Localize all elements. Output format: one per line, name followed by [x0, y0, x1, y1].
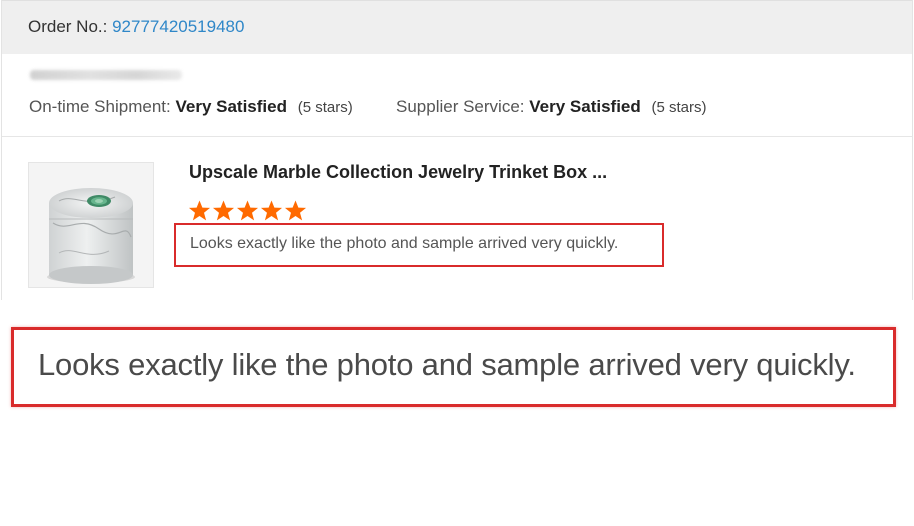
- review-text: Looks exactly like the photo and sample …: [190, 235, 619, 252]
- review-card: Order No.: 92777420519480 On-time Shipme…: [1, 0, 913, 300]
- order-number-label: Order No.:: [28, 17, 108, 36]
- zoomed-review-text: Looks exactly like the photo and sample …: [38, 347, 856, 382]
- rating-stars-note: (5 stars): [651, 99, 707, 116]
- star-icon: [236, 200, 259, 221]
- rating-label: Supplier Service:: [396, 97, 525, 116]
- product-star-rating: [188, 199, 307, 223]
- product-title[interactable]: Upscale Marble Collection Jewelry Trinke…: [189, 162, 607, 183]
- order-number-row: Order No.: 92777420519480: [28, 17, 244, 37]
- star-icon: [284, 200, 307, 221]
- rating-stars-note: (5 stars): [297, 99, 353, 116]
- rating-supplier-service: Supplier Service: Very Satisfied (5 star…: [396, 97, 707, 117]
- review-highlight-box: Looks exactly like the photo and sample …: [174, 223, 664, 267]
- divider: [2, 136, 912, 137]
- rating-value: Very Satisfied: [175, 97, 287, 116]
- rating-value: Very Satisfied: [529, 97, 641, 116]
- order-number-link[interactable]: 92777420519480: [112, 17, 244, 36]
- star-icon: [212, 200, 235, 221]
- rating-on-time-shipment: On-time Shipment: Very Satisfied (5 star…: [29, 97, 353, 117]
- marble-box-image: [29, 163, 153, 287]
- order-header: Order No.: 92777420519480: [2, 0, 912, 54]
- zoomed-review-callout: Looks exactly like the photo and sample …: [11, 327, 896, 407]
- blurred-buyer-name: [30, 70, 182, 80]
- star-icon: [188, 200, 211, 221]
- star-icon: [260, 200, 283, 221]
- product-thumbnail[interactable]: [28, 162, 154, 288]
- rating-label: On-time Shipment:: [29, 97, 171, 116]
